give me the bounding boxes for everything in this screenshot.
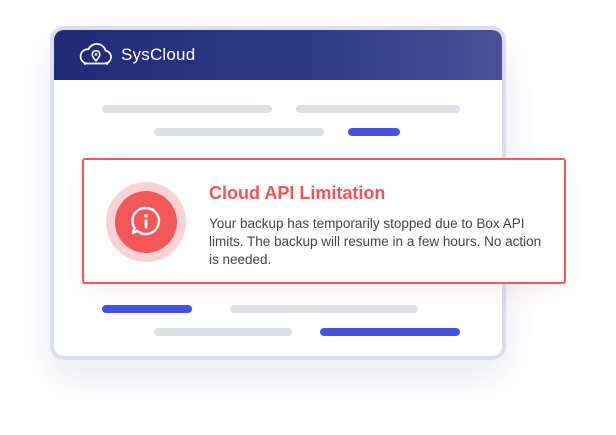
placeholder-line-accent <box>320 328 460 336</box>
info-speech-bubble-icon <box>106 182 186 262</box>
title-bar: SysCloud <box>54 30 502 80</box>
placeholder-line <box>230 305 418 313</box>
placeholder-line <box>296 105 460 113</box>
cloud-pin-icon <box>79 43 112 65</box>
illustration-stage: SysCloud Cloud API Limitation Your backu… <box>0 0 616 435</box>
placeholder-line-accent <box>348 128 400 136</box>
api-limitation-alert: Cloud API Limitation Your backup has tem… <box>82 158 566 284</box>
placeholder-line <box>154 128 324 136</box>
app-title: SysCloud <box>121 45 196 64</box>
alert-message: Your backup has temporarily stopped due … <box>209 216 542 267</box>
placeholder-line <box>102 105 272 113</box>
placeholder-line-accent <box>102 305 192 313</box>
placeholder-line <box>154 328 292 336</box>
alert-title: Cloud API Limitation <box>209 183 386 203</box>
